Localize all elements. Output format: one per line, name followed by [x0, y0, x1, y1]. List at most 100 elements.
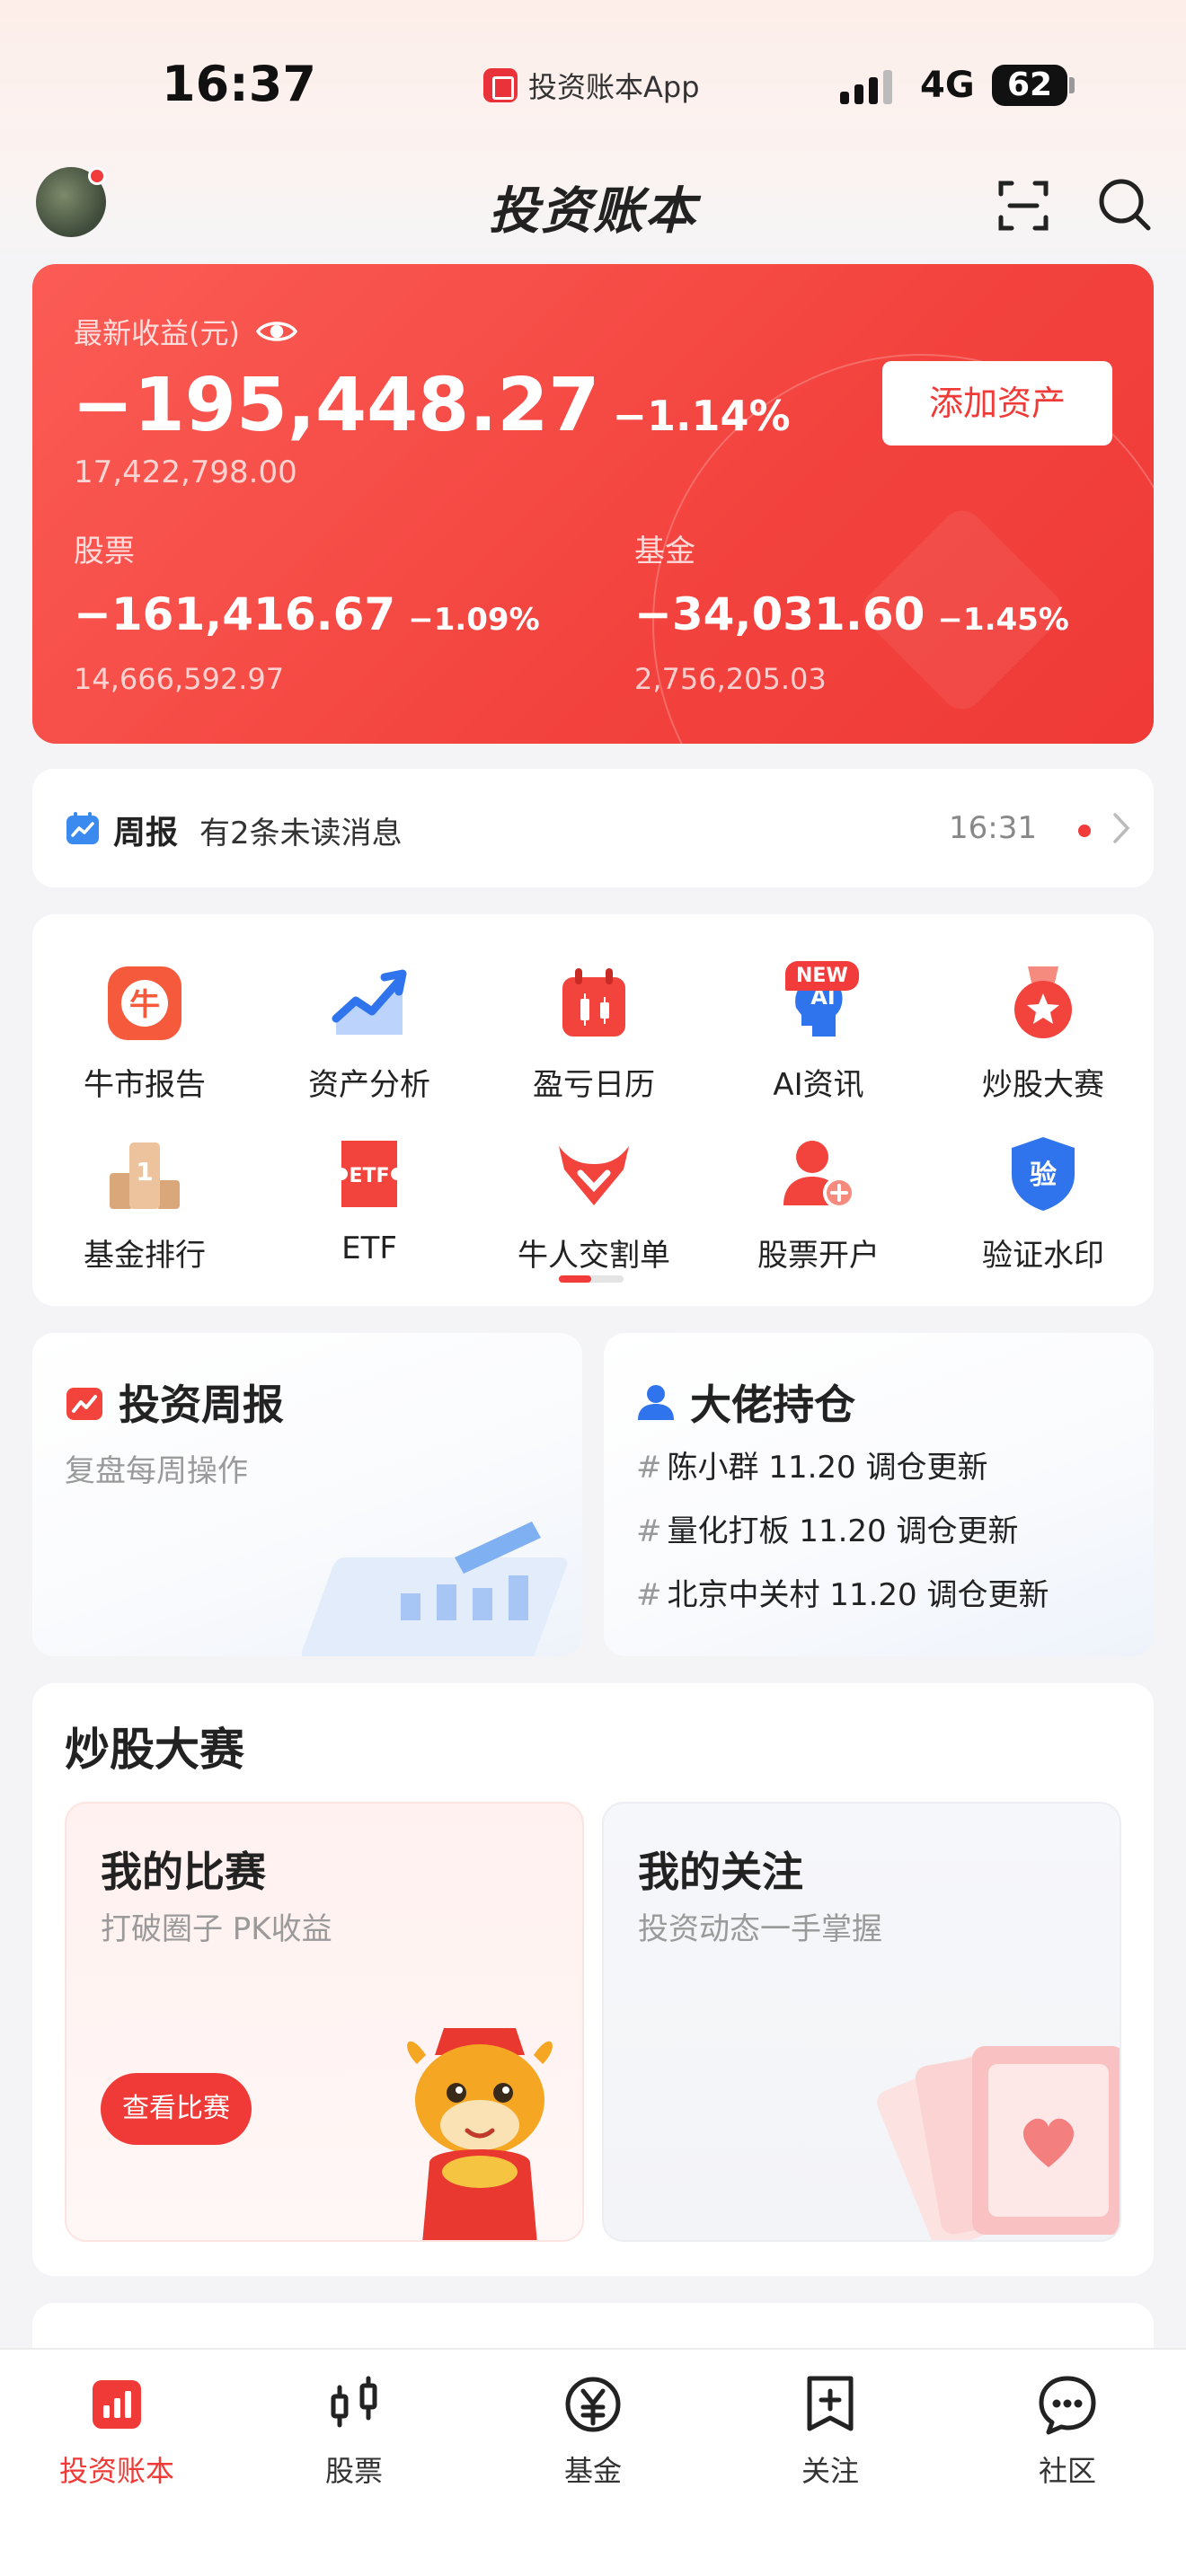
- tab-stocks[interactable]: 股票: [264, 2373, 444, 2490]
- stocks-label: 股票: [74, 534, 135, 569]
- verify-watermark-icon: 验: [1012, 1137, 1075, 1211]
- holdings-list: # 陈小群 11.20 调仓更新 # 量化打板 11.20 调仓更新 # 北京中关村 …: [636, 1442, 1049, 1634]
- tab-label: 社区: [1038, 2454, 1096, 2488]
- weekly-report-subtitle: 复盘每周操作: [65, 1453, 248, 1489]
- holding-item[interactable]: # 陈小群 11.20 调仓更新: [636, 1442, 1049, 1486]
- app-name: 投资账本App: [528, 70, 700, 104]
- earnings-card[interactable]: 最新收益(元) −195,448.27 −1.14% 17,422,798.00…: [32, 264, 1154, 744]
- search-icon: [1099, 179, 1151, 231]
- eye-icon[interactable]: [255, 318, 297, 345]
- network-type: 4G: [920, 65, 975, 106]
- asset-analysis-icon: [332, 969, 407, 1035]
- grid-item-open-account[interactable]: 股票开户: [706, 1134, 931, 1275]
- big-holdings-card[interactable]: 大佬持仓 # 陈小群 11.20 调仓更新 # 量化打板 11.20 调仓更新 # 北…: [604, 1333, 1154, 1656]
- tab-label: 基金: [563, 2454, 622, 2488]
- tab-community[interactable]: 社区: [978, 2373, 1157, 2490]
- grid-label: AI资讯: [773, 1067, 864, 1103]
- earnings-amount: −195,448.27: [72, 363, 600, 448]
- fund-ranking-icon: 1: [110, 1142, 180, 1209]
- view-contest-button[interactable]: 查看比赛: [101, 2073, 252, 2145]
- unread-dot: [1078, 825, 1091, 837]
- notice-time: 16:31: [949, 810, 1037, 846]
- active-page-dot: [559, 1275, 591, 1283]
- status-time: 16:37: [162, 56, 316, 112]
- candlestick-icon: [331, 2376, 377, 2428]
- tab-label: 股票: [324, 2454, 383, 2488]
- my-contest-title: 我的比赛: [101, 1848, 266, 1896]
- tab-label: 投资账本: [58, 2454, 174, 2488]
- grid-item-etf[interactable]: ETF ETF: [257, 1134, 482, 1266]
- holding-item[interactable]: # 北京中关村 11.20 调仓更新: [636, 1570, 1049, 1614]
- stocks-total: 14,666,592.97: [74, 662, 285, 696]
- tab-label: 关注: [801, 2454, 859, 2488]
- bottom-tab-bar: 投资账本 股票 基金 关注 社区: [0, 2348, 1186, 2576]
- weekly-report-card[interactable]: 投资周报 复盘每周操作: [32, 1333, 582, 1656]
- battery-icon: 62: [992, 65, 1067, 106]
- stocks-summary[interactable]: 股票 −161,416.67 −1.09% 14,666,592.97: [74, 526, 540, 696]
- grid-label: 牛人交割单: [518, 1238, 670, 1274]
- grid-item-pnl-calendar[interactable]: 盈亏日历: [482, 963, 706, 1104]
- funds-summary[interactable]: 基金 −34,031.60 −1.45% 2,756,205.03: [634, 526, 1069, 696]
- my-contest-card[interactable]: 我的比赛 打破圈子 PK收益 查看比赛: [65, 1802, 584, 2242]
- grid-label: ETF: [341, 1231, 397, 1266]
- grid-label: 股票开户: [757, 1238, 880, 1274]
- rank-glyph: 1: [136, 1157, 153, 1187]
- tab-follow[interactable]: 关注: [740, 2373, 920, 2490]
- big-holdings-title: 大佬持仓: [690, 1381, 855, 1429]
- grid-label: 牛市报告: [84, 1067, 206, 1103]
- back-to-app-indicator[interactable]: 投资账本App: [483, 65, 700, 106]
- earnings-total: 17,422,798.00: [74, 454, 297, 490]
- weekly-report-title: 投资周报: [119, 1381, 284, 1429]
- app-icon: [483, 68, 518, 102]
- bull-mascot-illustration: [407, 2028, 553, 2240]
- etf-icon: ETF: [341, 1141, 397, 1207]
- notice-message: 有2条未读消息: [199, 816, 403, 851]
- grid-item-bull-report[interactable]: 牛 牛市报告: [32, 963, 257, 1104]
- person-icon: [638, 1385, 674, 1420]
- funds-percent: −1.45%: [937, 602, 1069, 638]
- tab-ledger[interactable]: 投资账本: [27, 2373, 207, 2490]
- bull-trades-icon: [559, 1146, 629, 1205]
- my-contest-subtitle: 打破圈子 PK收益: [101, 1911, 332, 1947]
- yuan-circle-icon: [565, 2377, 621, 2432]
- scan-button[interactable]: [997, 180, 1049, 232]
- search-button[interactable]: [1096, 176, 1154, 234]
- grid-label: 盈亏日历: [533, 1067, 655, 1103]
- scan-icon: [998, 181, 1049, 231]
- grid-item-fund-ranking[interactable]: 1 基金排行: [32, 1134, 257, 1275]
- ledger-icon: [93, 2380, 141, 2429]
- grid-item-asset-analysis[interactable]: 资产分析: [257, 963, 482, 1104]
- battery-tip: [1069, 77, 1075, 93]
- verify-glyph: 验: [1030, 1160, 1057, 1191]
- notice-title: 周报: [113, 815, 179, 851]
- grid-item-verify-watermark[interactable]: 验 验证水印: [931, 1134, 1155, 1275]
- stocks-amount: −161,416.67: [74, 588, 396, 640]
- my-follow-subtitle: 投资动态一手掌握: [638, 1911, 882, 1947]
- chevron-right-icon: [1113, 813, 1130, 843]
- contest-medal-icon: [1014, 966, 1072, 1038]
- grid-page-indicator: [559, 1275, 624, 1283]
- holding-item[interactable]: # 量化打板 11.20 调仓更新: [636, 1506, 1049, 1550]
- grid-item-bull-trades[interactable]: 牛人交割单: [482, 1134, 706, 1275]
- grid-item-contest[interactable]: 炒股大赛: [931, 963, 1155, 1104]
- big-holdings-title-row: 大佬持仓: [636, 1372, 855, 1432]
- etf-glyph: ETF: [349, 1165, 389, 1187]
- funds-label: 基金: [634, 534, 695, 569]
- earnings-main: −195,448.27 −1.14%: [72, 363, 791, 448]
- add-asset-button[interactable]: 添加资产: [882, 361, 1112, 446]
- bull-report-icon: 牛: [108, 966, 181, 1040]
- weekly-report-title-row: 投资周报: [65, 1372, 284, 1432]
- signal-icon: [840, 68, 892, 104]
- earnings-label-row: 最新收益(元): [74, 311, 297, 352]
- contest-section: 炒股大赛 我的比赛 打破圈子 PK收益 查看比赛 我的关注 投资动态一手掌握: [32, 1683, 1154, 2276]
- funds-amount: −34,031.60: [634, 588, 925, 640]
- grid-label: 验证水印: [982, 1238, 1104, 1274]
- chart-calendar-icon: [66, 1388, 102, 1420]
- contest-section-title: 炒股大赛: [65, 1724, 244, 1776]
- funds-total: 2,756,205.03: [634, 662, 827, 696]
- weekly-notice-bar[interactable]: 周报 有2条未读消息 16:31: [32, 769, 1154, 887]
- bull-report-glyph: 牛: [129, 987, 160, 1023]
- grid-label: 资产分析: [308, 1067, 430, 1103]
- tab-funds[interactable]: 基金: [503, 2373, 683, 2490]
- my-follow-card[interactable]: 我的关注 投资动态一手掌握: [602, 1802, 1121, 2242]
